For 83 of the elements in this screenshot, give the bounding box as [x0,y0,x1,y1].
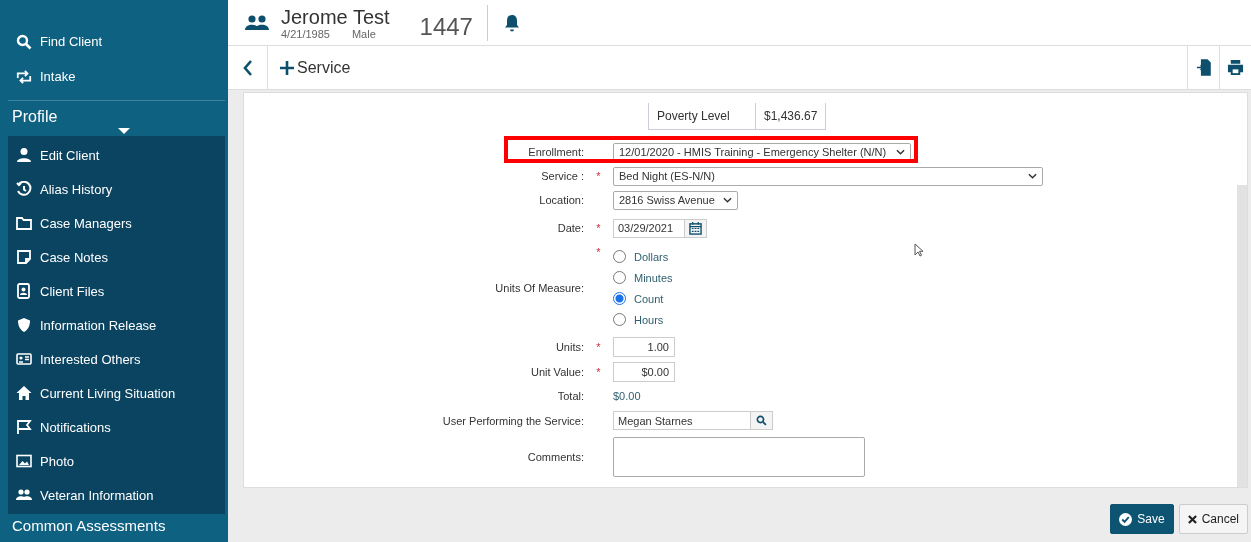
radio-label: Hours [634,313,664,326]
date-field[interactable]: 03/29/2021 [613,218,685,238]
table-cell-text: $1,436.67 [763,108,819,125]
person-icon [16,147,32,163]
client-name: Jerome Test [281,5,390,28]
client-gender: Male [351,27,376,40]
nav-item[interactable]: Photo [8,444,225,478]
field-label: Service : [540,170,584,182]
nav-item[interactable]: Case Managers [8,206,225,240]
nav-item[interactable]: Edit Client [8,138,225,172]
select-field[interactable]: 2816 Swiss Avenue [613,190,738,210]
nav-item[interactable]: Find Client [8,24,225,59]
save-button[interactable]: Save [1110,504,1174,534]
nav-item[interactable]: Notifications [8,410,225,444]
field-label: Enrollment: [527,146,584,158]
close-icon [1187,514,1197,524]
house-icon [16,385,32,401]
user-field[interactable]: Megan Starnes [613,411,751,431]
chevron-down-icon [1028,173,1037,179]
flag-icon [16,419,32,435]
page-title: Service [297,58,351,77]
nav-item[interactable]: Intake [8,59,225,94]
nav-item[interactable]: Client Files [8,274,225,308]
field-label: Comments: [526,451,584,463]
profile-section-header[interactable]: Profile [8,101,228,126]
field-label: Unit Value: [530,365,584,378]
search-button[interactable] [751,411,773,431]
caret-icon [118,128,130,134]
check-circle-icon [1119,512,1133,526]
note-icon [16,249,32,265]
number-field[interactable]: 1.00 [613,337,675,358]
calendar-button[interactable] [685,218,707,238]
required-mark: * [596,365,601,378]
total-value: $0.00 [613,390,641,403]
table-cell: Poverty Level [649,103,756,129]
required-mark: * [596,341,601,354]
scrollbar[interactable] [1237,185,1247,487]
required-mark: * [596,246,601,258]
swap-arrows-icon [16,68,32,85]
plus-icon [280,60,294,75]
folder-icon [16,215,32,231]
number-field[interactable]: $0.00 [613,361,675,382]
contact-file-icon [16,283,32,299]
nav-item[interactable]: Veteran Information [8,478,225,512]
history-icon [16,181,32,197]
shield-icon [16,317,32,333]
nav-item[interactable]: Case Notes [8,240,225,274]
nav-item[interactable]: Current Living Situation [8,376,225,410]
people-icon [245,14,269,31]
radio-label: Count [634,292,664,305]
select-field[interactable]: Bed Night (ES-N/N) [613,166,1043,186]
field-label: Date: [556,222,584,234]
radio-label: Minutes [634,271,673,284]
nav-item[interactable]: Interested Others [8,342,225,376]
client-dob: 4/21/1985 [281,27,330,40]
mouse-pointer-icon [914,243,924,257]
nav-item[interactable]: Alias History [8,172,225,206]
field-label: User Performing the Service: [441,414,584,427]
field-label: Units Of Measure: [494,282,584,294]
bell-icon[interactable] [503,13,520,32]
file-arrow-icon [1196,59,1211,76]
required-mark: * [596,222,601,234]
image-icon [16,453,32,469]
chevron-down-icon [723,197,732,203]
field-label: Units: [554,341,584,354]
people-icon [16,487,32,503]
comments-field[interactable] [613,437,865,477]
field-label: Location: [538,194,584,206]
id-card-icon [16,351,32,367]
client-id: 1447 [419,4,488,41]
required-mark: * [596,170,601,182]
field-label: Total: [556,390,584,403]
nav-item[interactable]: Information Release [8,308,225,342]
chevron-down-icon [896,149,905,155]
search-icon [756,415,767,427]
cancel-button[interactable]: Cancel [1178,504,1248,534]
section-header[interactable]: Common Assessments [8,514,228,535]
radio-button[interactable] [613,292,626,305]
select-field[interactable]: 12/01/2020 - HMIS Training - Emergency Shelter (N/N) [613,142,911,162]
radio-label: Dollars [634,250,669,263]
printer-icon [1227,59,1244,76]
chevron-left-icon [242,59,253,76]
search-icon [16,33,32,50]
